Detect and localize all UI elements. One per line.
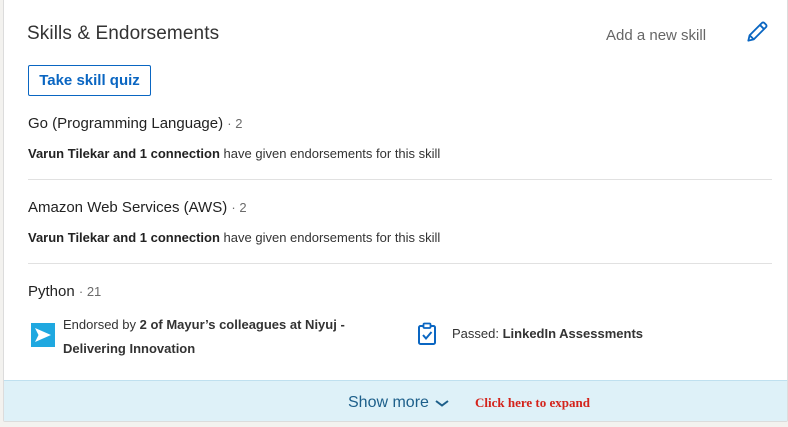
show-more-label: Show more — [348, 394, 429, 411]
endorsement-text: have given endorsements for this skill — [219, 146, 441, 161]
show-more-button[interactable]: Show more — [348, 394, 449, 412]
divider — [28, 179, 772, 180]
skill-item: Amazon Web Services (AWS) · 2 Varun Tile… — [28, 199, 772, 245]
colleague-endorsement[interactable]: Endorsed by 2 of Mayur’s colleagues at N… — [31, 313, 381, 361]
assessment-link[interactable]: LinkedIn Assessments — [503, 326, 643, 341]
assessment-badge[interactable]: Passed: LinkedIn Assessments — [416, 322, 643, 346]
assessment-text: Passed: LinkedIn Assessments — [452, 322, 643, 346]
add-skill-link[interactable]: Add a new skill — [606, 27, 706, 44]
chevron-down-icon — [435, 400, 449, 407]
show-more-bar[interactable]: Show more Click here to expand — [4, 380, 787, 421]
expand-hint: Click here to expand — [475, 395, 590, 410]
colleague-prefix: Endorsed by — [63, 317, 140, 332]
colleague-endorsement-text: Endorsed by 2 of Mayur’s colleagues at N… — [63, 313, 381, 361]
section-title: Skills & Endorsements — [27, 23, 220, 44]
skill-header: Python · 21 — [28, 283, 772, 300]
endorsers-link[interactable]: Varun Tilekar and 1 connection — [28, 230, 220, 245]
divider — [28, 263, 772, 264]
take-skill-quiz-button[interactable]: Take skill quiz — [28, 65, 151, 96]
company-logo-icon — [31, 323, 55, 347]
skill-name[interactable]: Amazon Web Services (AWS) — [28, 199, 227, 216]
endorsers-link[interactable]: Varun Tilekar and 1 connection — [28, 146, 220, 161]
endorsement-count[interactable]: · 21 — [79, 284, 101, 299]
skill-header: Amazon Web Services (AWS) · 2 — [28, 199, 772, 216]
skill-name[interactable]: Python — [28, 283, 75, 300]
assessment-prefix: Passed: — [452, 326, 503, 341]
skills-card: Skills & Endorsements Add a new skill Ta… — [3, 0, 788, 422]
skill-name[interactable]: Go (Programming Language) — [28, 115, 223, 132]
endorsement-text: have given endorsements for this skill — [219, 230, 441, 245]
endorsement-count[interactable]: · 2 — [231, 200, 246, 215]
skill-item: Python · 21 — [28, 283, 772, 300]
clipboard-check-icon — [418, 322, 436, 345]
endorsement-count[interactable]: · 2 — [227, 116, 242, 131]
pencil-icon[interactable] — [744, 19, 770, 45]
skill-header: Go (Programming Language) · 2 — [28, 115, 772, 132]
skill-item: Go (Programming Language) · 2 Varun Tile… — [28, 115, 772, 161]
endorsement-summary: Varun Tilekar and 1 connection have give… — [28, 146, 772, 161]
endorsement-summary: Varun Tilekar and 1 connection have give… — [28, 230, 772, 245]
